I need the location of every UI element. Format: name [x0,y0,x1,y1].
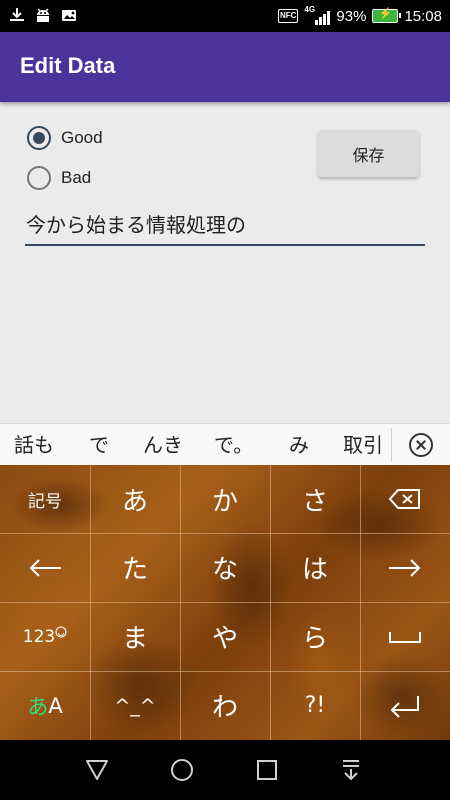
suggestion-item[interactable]: で [89,424,109,466]
save-button[interactable]: 保存 [318,130,419,177]
key-ha[interactable]: は [270,533,360,602]
android-icon [34,7,52,23]
key-kaomoji[interactable]: ^_^ [90,671,180,740]
back-button[interactable] [67,740,127,800]
key-123-label: 123 [22,626,56,647]
notification-icons [8,7,78,23]
system-status: NFC 4G 93% ⚡ 15:08 [277,0,442,32]
suggestion-item[interactable]: 話も [14,424,54,466]
suggestion-divider [391,428,392,462]
smiley-icon [55,626,67,637]
nfc-icon: NFC [277,9,299,23]
battery-charging-icon: ⚡ [372,8,402,23]
enter-key[interactable] [360,671,450,740]
home-button[interactable] [152,740,212,800]
space-key[interactable] [360,602,450,671]
status-bar: NFC 4G 93% ⚡ 15:08 [0,0,450,32]
text-input[interactable]: 今から始まる情報処理の [25,208,425,246]
key-ma[interactable]: ま [90,602,180,671]
radio-label-bad: Bad [61,168,92,187]
suggestion-item[interactable]: んき [143,424,183,466]
battery-percent: 93% [336,7,367,25]
image-icon [60,7,78,23]
suggestion-item[interactable]: み [289,424,309,466]
radio-good[interactable]: Good [27,126,103,150]
close-suggestions-icon[interactable] [409,433,433,457]
download-icon [8,7,26,23]
key-123[interactable]: 123 [0,602,90,671]
key-ta[interactable]: た [90,533,180,602]
back-icon [86,760,108,780]
backspace-key[interactable] [360,465,450,533]
arrow-right-key[interactable] [360,533,450,602]
key-punctuation[interactable]: ?! [270,671,360,740]
notification-pull-button[interactable] [321,740,381,800]
key-wa[interactable]: わ [180,671,270,740]
key-ya[interactable]: や [180,602,270,671]
arrow-right-icon [389,558,421,577]
home-icon [171,759,193,781]
key-na[interactable]: な [180,533,270,602]
keyboard: 記号 あ か さ た な は 123 ま や ら あA ^_^ わ ?! [0,465,450,740]
recents-icon [257,760,277,780]
suggestion-bar: 話も で んき で。 み 取引 [0,423,450,465]
suggestion-item[interactable]: で。 [214,424,253,466]
input-mode-key[interactable]: あA [0,671,90,740]
radio-button-bad[interactable] [27,166,51,190]
mode-alpha-label: A [48,693,63,718]
key-kigou[interactable]: 記号 [0,465,90,533]
clock: 15:08 [404,7,442,25]
key-ka[interactable]: か [180,465,270,533]
radio-bad[interactable]: Bad [27,166,91,190]
recents-button[interactable] [237,740,297,800]
key-ra[interactable]: ら [270,602,360,671]
backspace-icon [388,489,420,509]
signal-icon: 4G [304,5,331,25]
radio-label-good: Good [61,128,103,147]
network-type: 4G [304,5,316,14]
arrow-left-icon [29,558,61,577]
page-title: Edit Data [20,53,116,78]
enter-icon [390,695,419,718]
navigation-bar [0,740,450,800]
key-a[interactable]: あ [90,465,180,533]
notification-pull-icon [343,760,359,781]
space-icon [389,631,421,643]
app-bar: Edit Data [0,32,450,102]
key-sa[interactable]: さ [270,465,360,533]
mode-kana-label: あ [27,694,49,719]
arrow-left-key[interactable] [0,533,90,602]
radio-button-good[interactable] [27,126,51,150]
suggestion-item[interactable]: 取引 [343,424,383,466]
